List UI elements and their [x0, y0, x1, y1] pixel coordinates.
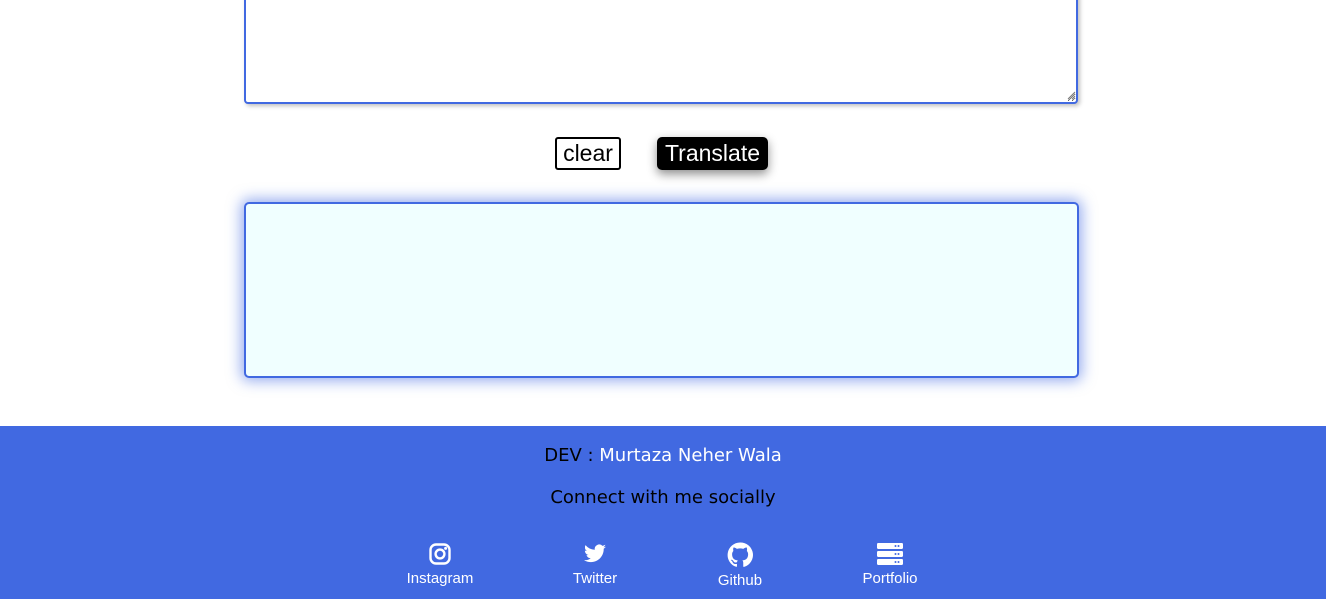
- github-icon: [727, 542, 753, 567]
- social-link-label: Github: [717, 572, 763, 589]
- footer: DEV : Murtaza Neher Wala Connect with me…: [0, 426, 1326, 599]
- source-text-input[interactable]: [244, 0, 1078, 104]
- translate-button[interactable]: Translate: [657, 137, 768, 170]
- server-icon: [877, 543, 903, 565]
- social-link-github[interactable]: Github: [705, 542, 775, 589]
- resize-handle-icon[interactable]: [1066, 90, 1076, 100]
- page: clear Translate DEV : Murtaza Neher Wala…: [0, 0, 1326, 599]
- social-link-label: Portfolio: [862, 570, 918, 587]
- clear-button[interactable]: clear: [555, 137, 621, 170]
- developer-credit-prefix: DEV :: [544, 445, 600, 466]
- developer-credit: DEV : Murtaza Neher Wala: [0, 444, 1326, 468]
- twitter-icon: [584, 544, 606, 563]
- developer-name: Murtaza Neher Wala: [599, 445, 782, 466]
- translation-output: [244, 202, 1079, 378]
- social-link-instagram[interactable]: Instagram: [398, 542, 482, 587]
- social-link-label: Instagram: [406, 570, 474, 587]
- social-link-twitter[interactable]: Twitter: [560, 542, 630, 587]
- connect-text: Connect with me socially: [550, 487, 776, 508]
- social-link-portfolio[interactable]: Portfolio: [850, 542, 930, 587]
- instagram-icon: [429, 543, 451, 565]
- social-link-label: Twitter: [572, 570, 618, 587]
